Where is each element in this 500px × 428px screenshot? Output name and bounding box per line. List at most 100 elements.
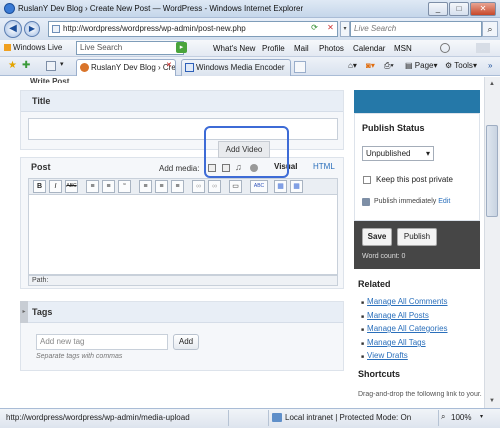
home-icon[interactable]: ⌂▾ [348,61,357,70]
add-favorites-icon[interactable]: ✚ [22,60,30,71]
page-menu[interactable]: ▤ Page▾ [405,61,437,70]
feeds-icon[interactable]: ◙▾ [366,61,375,70]
blockquote-button[interactable]: “ [118,180,131,193]
publish-button[interactable]: Publish [397,228,437,246]
kitchen-sink-button[interactable]: ▦ [290,180,303,193]
windows-live-search-go-icon[interactable]: ▸ [176,42,187,53]
publish-status-select[interactable]: Unpublished [362,146,434,161]
related-link-manage-tags[interactable]: Manage All Tags [361,338,426,347]
edit-timestamp-link[interactable]: Edit [438,198,450,205]
zoom-dropdown-arrow-icon[interactable]: ▾ [480,413,483,420]
post-label: Post [31,162,51,172]
windows-live-logo[interactable]: Windows Live [4,43,62,52]
link-calendar[interactable]: Calendar [353,44,385,53]
link-whats-new[interactable]: What's New [213,44,255,53]
add-tag-button[interactable]: Add [173,334,199,350]
tab-label: Windows Media Encoder [196,63,285,72]
maximize-button[interactable]: □ [449,2,469,16]
link-profile[interactable]: Profile [262,44,285,53]
calendar-icon [362,198,370,206]
align-right-button[interactable]: ≡ [171,180,184,193]
post-content-editor[interactable] [28,195,338,275]
related-link-manage-comments[interactable]: Manage All Comments [361,297,447,306]
forward-button[interactable]: ▶ [24,21,40,37]
search-icon[interactable]: ⌕ [482,21,498,37]
favorites-star-icon[interactable]: ★ [8,60,17,71]
italic-button[interactable]: I [49,180,62,193]
link-msn[interactable]: MSN [394,44,412,53]
align-left-button[interactable]: ≡ [139,180,152,193]
link-button[interactable]: ∞ [192,180,205,193]
security-zone[interactable]: Local intranet | Protected Mode: On [285,413,411,422]
ie-logo-icon [4,3,15,14]
blog-favicon-icon [80,63,89,72]
word-count: Word count: 0 [362,253,406,260]
windows-live-search-input[interactable]: Live Search [76,41,184,55]
fullscreen-button[interactable]: ▦ [274,180,287,193]
zoom-icon[interactable]: ⌕ [441,412,445,422]
back-button[interactable]: ◀ [4,20,22,38]
address-bar[interactable]: http://wordpress/wordpress/wp-admin/post… [48,21,338,37]
quick-tabs-icon[interactable] [46,61,56,71]
more-tag-button[interactable]: ▭ [229,180,242,193]
publish-status-heading: Publish Status [362,123,425,133]
unlink-button[interactable]: ∞ [208,180,221,193]
address-dropdown-arrow[interactable]: ▾ [340,21,350,37]
tools-menu[interactable]: ⚙ Tools▾ [445,61,477,70]
align-center-button[interactable]: ≡ [155,180,168,193]
scroll-down-arrow-icon[interactable]: ▼ [486,395,498,407]
panel-toggle-handle[interactable]: ▸ [20,301,28,323]
minimize-button[interactable]: _ [428,2,448,16]
stop-icon[interactable]: ✕ [324,21,337,37]
page-heading-partial: Write Post [30,77,70,83]
window-title-bar: RuslanY Dev Blog › Create New Post — Wor… [0,0,500,18]
toolbar-expand-icon[interactable]: » [488,61,492,70]
scroll-up-arrow-icon[interactable]: ▲ [486,78,498,90]
bold-button[interactable]: B [33,180,46,193]
status-divider [228,410,229,426]
toolbar-options-icon[interactable] [476,43,490,53]
tags-label: Tags [21,302,343,323]
close-tab-icon[interactable]: ✕ [166,62,174,70]
spellcheck-button[interactable]: ABC [250,180,268,193]
publish-immediately: Publish immediately Edit [374,198,450,205]
status-url: http://wordpress/wordpress/wp-admin/medi… [6,413,190,422]
add-video-tooltip: Add Video [218,141,270,158]
status-divider [268,410,269,426]
refresh-icon[interactable]: ⟳ [308,21,321,37]
tab-list-arrow-icon[interactable]: ▾ [60,60,64,68]
numbered-list-button[interactable]: ≡ [102,180,115,193]
tab-wordpress[interactable]: RuslanY Dev Blog › Cre... [76,59,176,76]
related-link-manage-categories[interactable]: Manage All Categories [361,324,448,333]
tools-menu-label: Tools [454,61,473,70]
bullet-list-button[interactable]: ≡ [86,180,99,193]
tab-label: RuslanY Dev Blog › Cre... [91,63,176,72]
editor-path-bar: Path: [28,275,338,286]
shortcuts-text: Drag-and-drop the following link to your… [358,391,482,398]
related-link-manage-posts[interactable]: Manage All Posts [361,311,429,320]
tab-windows-media-encoder[interactable]: Windows Media Encoder [181,59,291,76]
keep-private-label: Keep this post private [376,175,453,184]
new-tag-input[interactable]: Add new tag [36,334,168,350]
live-search-input[interactable]: Live Search [350,21,482,37]
link-photos[interactable]: Photos [319,44,344,53]
new-tab-button[interactable] [294,61,306,73]
tab-html[interactable]: HTML [313,162,335,171]
tags-hint: Separate tags with commas [36,353,123,360]
windows-live-label: Windows Live [13,43,63,52]
account-icon[interactable] [440,43,450,53]
zoom-level[interactable]: 100% [451,413,471,422]
post-title-input[interactable] [28,118,338,140]
close-button[interactable]: ✕ [470,2,496,16]
link-mail[interactable]: Mail [294,44,309,53]
publish-header-bar [354,90,480,113]
title-label: Title [21,91,343,112]
related-link-view-drafts[interactable]: View Drafts [361,351,408,360]
scrollbar-thumb[interactable] [486,125,498,217]
save-button[interactable]: Save [362,228,392,246]
status-divider [438,410,439,426]
address-url: http://wordpress/wordpress/wp-admin/post… [63,24,246,33]
strikethrough-button[interactable]: ABC [65,180,78,193]
print-icon[interactable]: ⎙▾ [384,61,394,71]
keep-private-checkbox[interactable] [363,176,371,184]
